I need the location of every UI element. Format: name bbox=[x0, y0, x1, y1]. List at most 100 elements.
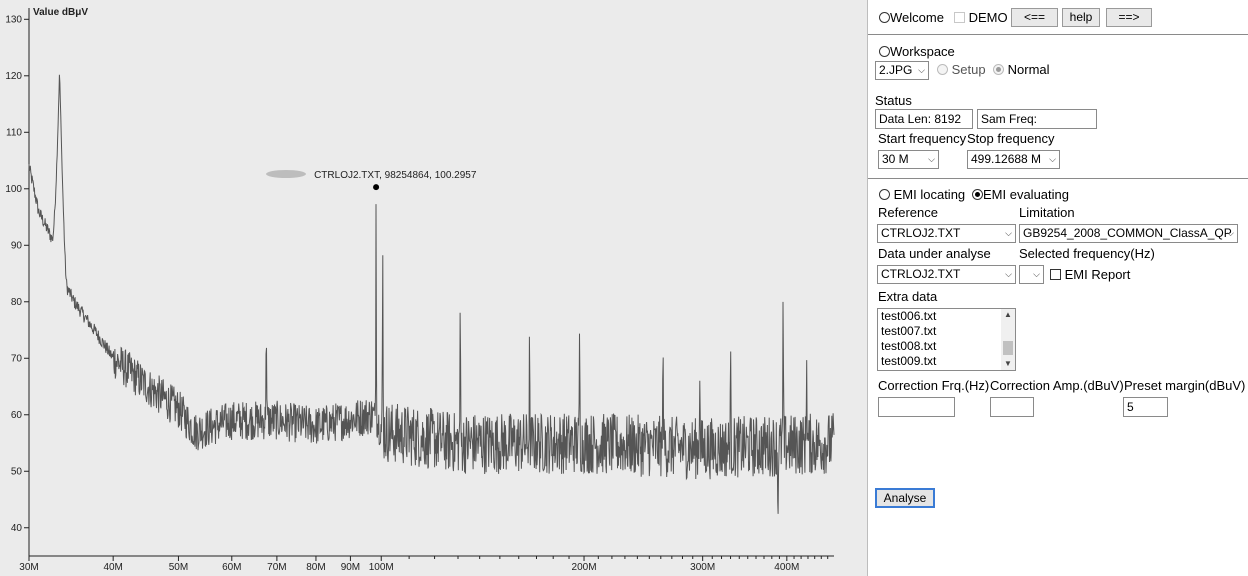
selected-frequency-label: Selected frequency(Hz) bbox=[1019, 246, 1155, 261]
preset-margin-input[interactable]: 5 bbox=[1123, 397, 1168, 417]
list-item[interactable]: test007.txt bbox=[878, 324, 1015, 339]
limitation-value: GB9254_2008_COMMON_ClassA_QP bbox=[1023, 226, 1232, 240]
y-tick-label: 50 bbox=[11, 466, 23, 477]
scroll-down-icon[interactable]: ▼ bbox=[1001, 358, 1015, 370]
correction-amp-label: Correction Amp.(dBuV) bbox=[990, 378, 1124, 393]
analyse-button[interactable]: Analyse bbox=[875, 488, 935, 508]
y-tick-label: 110 bbox=[6, 127, 22, 138]
normal-label: Normal bbox=[1007, 62, 1050, 77]
start-frequency-value: 30 M bbox=[882, 152, 909, 166]
x-tick-label: 100M bbox=[369, 562, 394, 573]
section-divider bbox=[868, 178, 1248, 179]
start-frequency-select[interactable]: 30 M ⌵ bbox=[878, 150, 939, 169]
x-axis: 30M 40M 50M 60M 70M 80M 90M 100M 200M 300M 400M bbox=[19, 555, 834, 573]
chevron-down-icon: ⌵ bbox=[1033, 269, 1040, 279]
x-tick-label: 200M bbox=[572, 562, 597, 573]
sam-freq-field[interactable]: Sam Freq: 998253760 bbox=[977, 109, 1097, 129]
emi-locating-label: EMI locating bbox=[893, 187, 966, 202]
extra-data-label: Extra data bbox=[878, 289, 938, 304]
spectrum-series-line bbox=[28, 74, 835, 514]
correction-frq-input[interactable] bbox=[878, 397, 955, 417]
demo-label: DEMO bbox=[968, 10, 1008, 25]
scrollbar-thumb[interactable] bbox=[1003, 341, 1013, 355]
normal-radio[interactable] bbox=[993, 64, 1004, 75]
y-tick-label: 80 bbox=[11, 297, 23, 308]
stop-frequency-select[interactable]: 499.12688 M ⌵ bbox=[967, 150, 1060, 169]
workspace-file-select[interactable]: 2.JPG ⌵ bbox=[875, 61, 929, 80]
emi-evaluating-option[interactable]: EMI evaluating bbox=[972, 187, 1069, 202]
y-axis: 40 50 60 70 80 90 100 110 120 130 bbox=[5, 8, 30, 556]
x-tick-label: 30M bbox=[19, 562, 38, 573]
spectrum-plot-svg[interactable]: 40 50 60 70 80 90 100 110 120 130 30M 40M 50M 60M 70M… bbox=[0, 0, 868, 576]
scroll-up-icon[interactable]: ▲ bbox=[1001, 309, 1015, 321]
preset-margin-label: Preset margin(dBuV) bbox=[1124, 378, 1246, 393]
help-button[interactable]: help bbox=[1062, 8, 1100, 27]
peak-marker[interactable] bbox=[373, 184, 380, 191]
reference-select[interactable]: CTRLOJ2.TXT ⌵ bbox=[877, 224, 1016, 243]
stop-frequency-label: Stop frequency bbox=[967, 131, 1055, 146]
y-axis-label: Value dBμV bbox=[33, 7, 88, 18]
blurred-label-prefix bbox=[266, 170, 306, 178]
x-tick-label: 40M bbox=[103, 562, 122, 573]
welcome-radio[interactable] bbox=[879, 12, 890, 23]
chevron-down-icon: ⌵ bbox=[1005, 269, 1012, 279]
emi-report-label: EMI Report bbox=[1064, 267, 1131, 282]
emi-locating-radio[interactable] bbox=[879, 189, 890, 200]
emi-report-option[interactable]: EMI Report bbox=[1050, 267, 1130, 282]
workspace-option[interactable]: Workspace bbox=[879, 44, 955, 59]
chevron-down-icon: ⌵ bbox=[928, 154, 935, 164]
peak-marker-label: CTRLOJ2.TXT, 98254864, 100.2957 bbox=[314, 170, 477, 181]
welcome-option[interactable]: Welcome bbox=[879, 10, 944, 25]
list-item[interactable]: test008.txt bbox=[878, 339, 1015, 354]
prev-button[interactable]: <== bbox=[1011, 8, 1058, 27]
start-frequency-label: Start frequency bbox=[878, 131, 967, 146]
x-tick-label: 90M bbox=[341, 562, 360, 573]
setup-radio[interactable] bbox=[937, 64, 948, 75]
chevron-down-icon: ⌵ bbox=[1227, 228, 1234, 238]
emi-locating-option[interactable]: EMI locating bbox=[879, 187, 965, 202]
section-divider bbox=[868, 34, 1248, 35]
emi-evaluating-label: EMI evaluating bbox=[983, 187, 1069, 202]
y-tick-label: 90 bbox=[11, 240, 23, 251]
x-tick-label: 60M bbox=[222, 562, 241, 573]
correction-frq-label: Correction Frq.(Hz) bbox=[878, 378, 990, 393]
demo-option[interactable]: DEMO bbox=[954, 10, 1008, 25]
y-tick-label: 100 bbox=[5, 184, 22, 195]
listbox-scrollbar[interactable]: ▲ ▼ bbox=[1001, 309, 1015, 370]
stop-frequency-value: 499.12688 M bbox=[971, 152, 1042, 166]
data-len-field[interactable]: Data Len: 8192 bbox=[875, 109, 973, 129]
next-button[interactable]: ==> bbox=[1106, 8, 1152, 27]
limitation-select[interactable]: GB9254_2008_COMMON_ClassA_QP ⌵ bbox=[1019, 224, 1238, 243]
x-tick-label: 70M bbox=[267, 562, 286, 573]
chevron-down-icon: ⌵ bbox=[918, 65, 925, 75]
y-tick-label: 40 bbox=[11, 523, 23, 534]
setup-option[interactable]: Setup bbox=[937, 62, 986, 77]
setup-label: Setup bbox=[951, 62, 986, 77]
y-tick-label: 60 bbox=[11, 410, 23, 421]
x-tick-label: 80M bbox=[306, 562, 325, 573]
emi-evaluating-radio[interactable] bbox=[972, 189, 983, 200]
list-item[interactable]: test006.txt bbox=[878, 309, 1015, 324]
data-under-analyse-label: Data under analyse bbox=[878, 246, 991, 261]
demo-checkbox[interactable] bbox=[954, 12, 965, 23]
y-tick-label: 130 bbox=[5, 14, 22, 25]
reference-value: CTRLOJ2.TXT bbox=[881, 226, 961, 240]
extra-data-listbox[interactable]: test006.txt test007.txt test008.txt test… bbox=[877, 308, 1016, 371]
normal-option[interactable]: Normal bbox=[993, 62, 1050, 77]
data-under-analyse-select[interactable]: CTRLOJ2.TXT ⌵ bbox=[877, 265, 1016, 284]
reference-label: Reference bbox=[878, 205, 938, 220]
list-item[interactable]: test009.txt bbox=[878, 354, 1015, 369]
workspace-radio[interactable] bbox=[879, 46, 890, 57]
welcome-label: Welcome bbox=[890, 10, 944, 25]
correction-amp-input[interactable] bbox=[990, 397, 1034, 417]
chevron-down-icon: ⌵ bbox=[1049, 154, 1056, 164]
x-tick-label: 50M bbox=[169, 562, 188, 573]
y-tick-label: 120 bbox=[5, 71, 22, 82]
status-label: Status bbox=[875, 93, 912, 108]
selected-frequency-select[interactable]: ⌵ bbox=[1019, 265, 1044, 284]
chevron-down-icon: ⌵ bbox=[1005, 228, 1012, 238]
x-tick-label: 300M bbox=[690, 562, 715, 573]
spectrum-chart[interactable]: 40 50 60 70 80 90 100 110 120 130 30M 40M 50M 60M 70M… bbox=[0, 0, 868, 576]
emi-report-checkbox[interactable] bbox=[1050, 269, 1061, 280]
workspace-label: Workspace bbox=[890, 44, 955, 59]
